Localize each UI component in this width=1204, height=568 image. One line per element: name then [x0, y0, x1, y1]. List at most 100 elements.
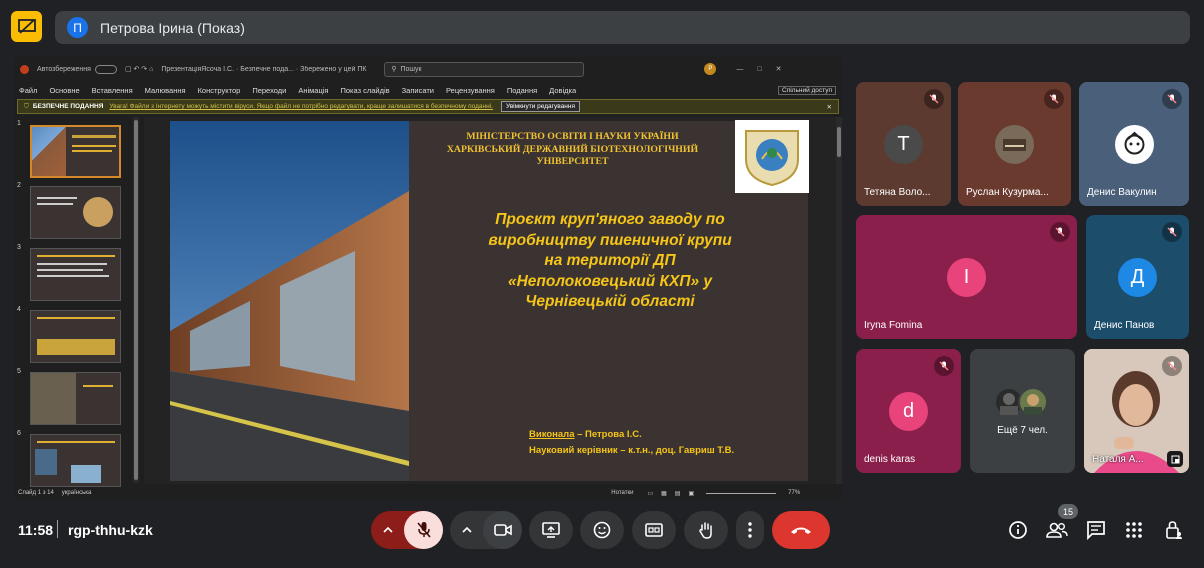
participant-tile[interactable]: I Iryna Fomina — [856, 215, 1077, 339]
presenter-avatar: П — [67, 17, 88, 38]
menu-review[interactable]: Рецензування — [446, 86, 495, 95]
menu-file[interactable]: Файл — [19, 86, 37, 95]
raise-hand-button[interactable] — [684, 511, 728, 549]
slide-thumbnail-2[interactable] — [30, 186, 121, 239]
more-options-button[interactable] — [736, 511, 764, 549]
chat-icon — [1087, 521, 1105, 540]
participant-tile[interactable]: Т Тетяна Воло... — [856, 82, 951, 206]
notes-button[interactable]: Нотатки — [611, 490, 633, 496]
activities-button[interactable] — [1118, 514, 1150, 546]
university-logo — [735, 120, 809, 193]
participant-avatar: Т — [884, 125, 923, 164]
enable-editing-button[interactable]: Увімкнути редагування — [500, 101, 580, 112]
participant-tile[interactable]: d denis karas — [856, 349, 961, 473]
menu-insert[interactable]: Вставлення — [92, 86, 133, 95]
hang-up-icon — [791, 527, 811, 534]
participant-avatar: Д — [1118, 258, 1157, 297]
more-vert-icon — [748, 522, 752, 538]
more-participants-tile[interactable]: Ещё 7 чел. — [970, 349, 1075, 473]
participant-tile[interactable]: Денис Вакулин — [1079, 82, 1189, 206]
language-label: українська — [61, 490, 92, 496]
mic-off-icon — [1050, 222, 1070, 242]
participant-tile-video[interactable]: Наталя А... — [1084, 349, 1189, 473]
participant-tile[interactable]: Руслан Кузурма... — [958, 82, 1071, 206]
present-screen-icon — [542, 522, 560, 538]
mic-off-icon — [1162, 89, 1182, 109]
participant-name: Денис Панов — [1094, 320, 1155, 331]
menu-design[interactable]: Конструктор — [198, 86, 241, 95]
more-participants-label: Ещё 7 чел. — [997, 425, 1048, 436]
university-line-2: УНІВЕРСИТЕТ — [536, 156, 609, 167]
participant-name: Наталя А... — [1092, 454, 1144, 465]
host-controls-button[interactable] — [1158, 514, 1190, 546]
slide-scrollbar[interactable] — [836, 117, 842, 484]
clock: 11:58 — [18, 522, 54, 538]
search-icon: ⚲ — [391, 66, 397, 73]
project-line: виробництву пшеничної крупи — [488, 231, 732, 249]
view-buttons[interactable]: ▭▦▤▣ — [647, 490, 702, 497]
thumbnail-scrollbar-thumb[interactable] — [134, 120, 138, 480]
menu-view[interactable]: Подання — [507, 86, 537, 95]
slide-thumbnail-4[interactable] — [30, 310, 121, 363]
shared-screen: Автозбереження ▢ ↶ ↷ ⌂ ПрезентаціяЯсоча … — [14, 57, 842, 499]
participant-tile[interactable]: Д Денис Панов — [1086, 215, 1189, 339]
participant-avatar: d — [889, 392, 928, 431]
shield-icon: ⛉ — [24, 102, 29, 110]
chat-button[interactable] — [1080, 514, 1112, 546]
menu-slideshow[interactable]: Показ слайдів — [340, 86, 389, 95]
ppt-status-bar: Слайд 1 з 14 українська Нотатки ▭▦▤▣ 77% — [14, 487, 842, 499]
window-controls[interactable]: —□✕ — [736, 65, 795, 73]
thumb-number: 5 — [17, 368, 21, 375]
autosave-toggle[interactable] — [94, 64, 117, 74]
emoji-icon — [593, 521, 611, 539]
search-box[interactable]: ⚲ Пошук — [384, 61, 585, 77]
save-icon[interactable]: ▢ ↶ ↷ ⌂ — [125, 65, 153, 73]
participant-name: denis karas — [864, 454, 916, 465]
author-block: Виконала – Петрова І.С. Науковий керівни… — [529, 427, 734, 459]
project-title: Проєкт круп'яного заводу по виробництву … — [434, 210, 786, 313]
mic-off-icon — [924, 89, 944, 109]
slide-thumbnail-6[interactable] — [30, 434, 121, 487]
camera-toggle-button[interactable] — [483, 511, 522, 549]
menu-help[interactable]: Довідка — [549, 86, 576, 95]
participant-name: Тетяна Воло... — [864, 187, 931, 198]
menu-transitions[interactable]: Переходи — [252, 86, 286, 95]
file-title: ПрезентаціяЯсоча І.С. · Безпечне пода...… — [161, 65, 367, 73]
camera-control-group — [450, 511, 522, 549]
menu-animations[interactable]: Анімація — [298, 86, 328, 95]
reactions-button[interactable] — [580, 511, 624, 549]
meeting-code: rgp-thhu-kzk — [68, 522, 153, 538]
mic-toggle-button[interactable] — [404, 511, 443, 549]
presenter-label: Петрова Ірина (Показ) — [100, 19, 245, 36]
slide-thumbnail-3[interactable] — [30, 248, 121, 301]
menu-home[interactable]: Основне — [49, 86, 79, 95]
zoom-level: 77% — [788, 490, 801, 496]
people-button[interactable] — [1041, 514, 1073, 546]
project-line: «Неполоковецький КХП» у — [507, 272, 713, 290]
zoom-slider[interactable] — [706, 492, 777, 494]
captions-button[interactable] — [632, 511, 676, 549]
camera-options-button[interactable] — [450, 511, 484, 549]
participant-avatar: I — [947, 258, 986, 297]
pin-icon[interactable] — [1167, 451, 1183, 467]
leave-call-button[interactable] — [772, 511, 830, 549]
supervisor-line: Науковий керівник – к.т.н., доц. Гавриш … — [529, 445, 735, 456]
presenting-icon[interactable] — [11, 11, 42, 42]
building-photo — [170, 121, 409, 481]
share-button[interactable]: Спільний доступ — [778, 85, 836, 95]
mic-off-icon — [934, 356, 954, 376]
present-screen-button[interactable] — [529, 511, 573, 549]
close-icon[interactable]: ✕ — [827, 103, 832, 111]
protected-view-label: БЕЗПЕЧНЕ ПОДАННЯ — [32, 103, 104, 110]
menu-draw[interactable]: Малювання — [145, 86, 186, 95]
slide-thumbnail-5[interactable] — [30, 372, 121, 425]
hand-icon — [699, 522, 712, 539]
slide-scrollbar-thumb[interactable] — [837, 127, 841, 157]
mic-options-button[interactable] — [371, 511, 405, 549]
powerpoint-icon — [20, 64, 29, 74]
user-avatar[interactable]: P — [704, 63, 717, 75]
meeting-info-button[interactable] — [1002, 514, 1034, 546]
slide-thumbnail-1[interactable] — [30, 125, 121, 178]
protected-view-text: Увага! Файли з Інтернету можуть містити … — [109, 103, 493, 110]
menu-record[interactable]: Записати — [402, 86, 434, 95]
